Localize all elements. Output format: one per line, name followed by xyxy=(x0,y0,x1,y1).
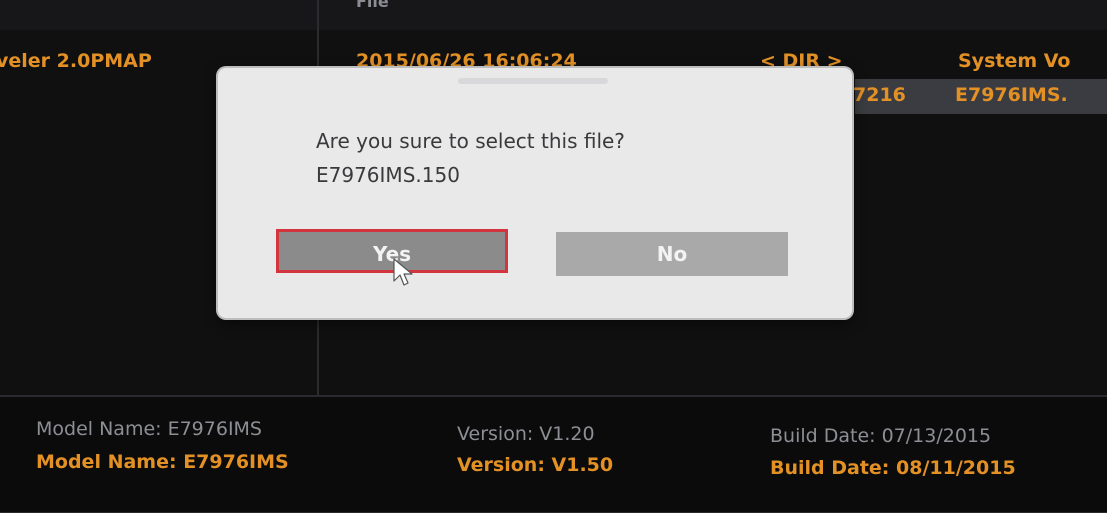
bios-flash-screen: File veler 2.0PMAP 2015/06/26 16:06:24 <… xyxy=(0,0,1107,513)
column-header-strip: File xyxy=(0,0,1107,30)
selected-file-name: E7976IMS. xyxy=(955,84,1068,106)
dialog-message: Are you sure to select this file? E7976I… xyxy=(316,124,625,192)
bios-info-bar: Model Name: E7976IMS Version: V1.20 Buil… xyxy=(0,395,1107,513)
column-title: File xyxy=(356,0,389,11)
dialog-filename: E7976IMS.150 xyxy=(316,163,460,187)
current-build-date: Build Date: 07/13/2015 xyxy=(770,425,992,447)
confirm-dialog: Are you sure to select this file? E7976I… xyxy=(218,68,852,318)
dialog-question: Are you sure to select this file? xyxy=(316,129,625,153)
file-name: veler 2.0PMAP xyxy=(0,50,152,72)
selected-file-row[interactable]: 7216 E7976IMS. xyxy=(853,79,1107,114)
mouse-pointer-icon xyxy=(393,258,413,286)
selected-file-size: 7216 xyxy=(853,84,906,106)
no-button[interactable]: No xyxy=(556,232,788,276)
current-version: Version: V1.20 xyxy=(457,423,595,445)
current-model-name: Model Name: E7976IMS xyxy=(36,418,262,440)
dialog-title-placeholder xyxy=(458,78,608,84)
new-model-name: Model Name: E7976IMS xyxy=(36,451,289,473)
bottom-divider xyxy=(0,512,1107,513)
file-volume: System Vo xyxy=(958,50,1071,72)
new-version: Version: V1.50 xyxy=(457,454,614,476)
new-build-date: Build Date: 08/11/2015 xyxy=(770,457,1016,479)
